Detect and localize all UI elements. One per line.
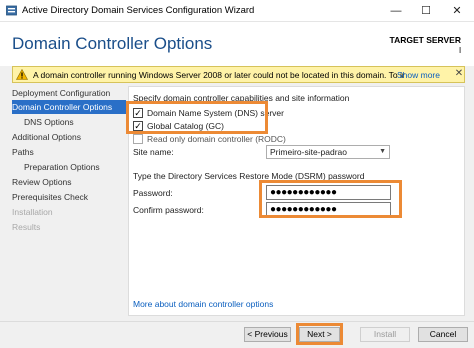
nav-item-paths[interactable]: Paths	[12, 145, 126, 159]
nav-item-prerequisites-check[interactable]: Prerequisites Check	[12, 190, 126, 204]
warning-text: A domain controller running Windows Serv…	[33, 70, 405, 80]
title-bar: Active Directory Domain Services Configu…	[0, 0, 474, 22]
wizard-navigation: Deployment Configuration Domain Controll…	[12, 86, 126, 236]
warning-close-icon[interactable]: ✕	[454, 68, 464, 79]
window-title: Active Directory Domain Services Configu…	[22, 5, 255, 16]
chevron-down-icon: ▼	[379, 148, 386, 155]
site-name-label: Site name:	[133, 147, 174, 157]
previous-button[interactable]: < Previous	[244, 327, 291, 342]
rodc-label: Read only domain controller (RODC)	[147, 134, 286, 144]
cancel-button[interactable]: Cancel	[418, 327, 468, 342]
nav-item-dns-options[interactable]: DNS Options	[12, 115, 126, 129]
password-label: Password:	[133, 188, 173, 198]
show-more-link[interactable]: Show more	[397, 70, 440, 80]
page-title: Domain Controller Options	[12, 34, 213, 53]
warning-triangle-icon	[16, 69, 28, 80]
nav-item-preparation-options[interactable]: Preparation Options	[12, 160, 126, 174]
maximize-button[interactable]: ☐	[411, 0, 441, 22]
rodc-checkbox[interactable]	[133, 134, 143, 144]
confirm-password-label: Confirm password:	[133, 205, 204, 215]
close-window-button[interactable]: ✕	[442, 0, 472, 22]
bottom-divider	[0, 321, 474, 322]
wizard-header: Domain Controller Options TARGET SERVER …	[0, 22, 474, 66]
next-button[interactable]: Next >	[299, 327, 340, 342]
target-server-name: l	[459, 45, 461, 55]
install-button: Install	[360, 327, 410, 342]
site-name-value: Primeiro-site-padrao	[270, 147, 347, 157]
more-about-dc-options-link[interactable]: More about domain controller options	[133, 299, 273, 309]
target-server-label: TARGET SERVER	[389, 35, 461, 45]
nav-item-domain-controller-options[interactable]: Domain Controller Options	[12, 100, 126, 114]
password-highlight-box	[259, 180, 402, 218]
checkbox-highlight-box	[126, 101, 268, 134]
warning-banner: A domain controller running Windows Serv…	[12, 66, 465, 83]
minimize-button[interactable]: —	[381, 0, 411, 22]
server-manager-icon	[6, 5, 17, 16]
nav-item-deployment-configuration[interactable]: Deployment Configuration	[12, 86, 126, 100]
nav-item-results: Results	[12, 222, 41, 232]
nav-item-review-options[interactable]: Review Options	[12, 175, 126, 189]
nav-item-additional-options[interactable]: Additional Options	[12, 130, 126, 144]
nav-item-installation: Installation	[12, 207, 53, 217]
site-name-dropdown[interactable]: Primeiro-site-padrao ▼	[266, 145, 390, 159]
